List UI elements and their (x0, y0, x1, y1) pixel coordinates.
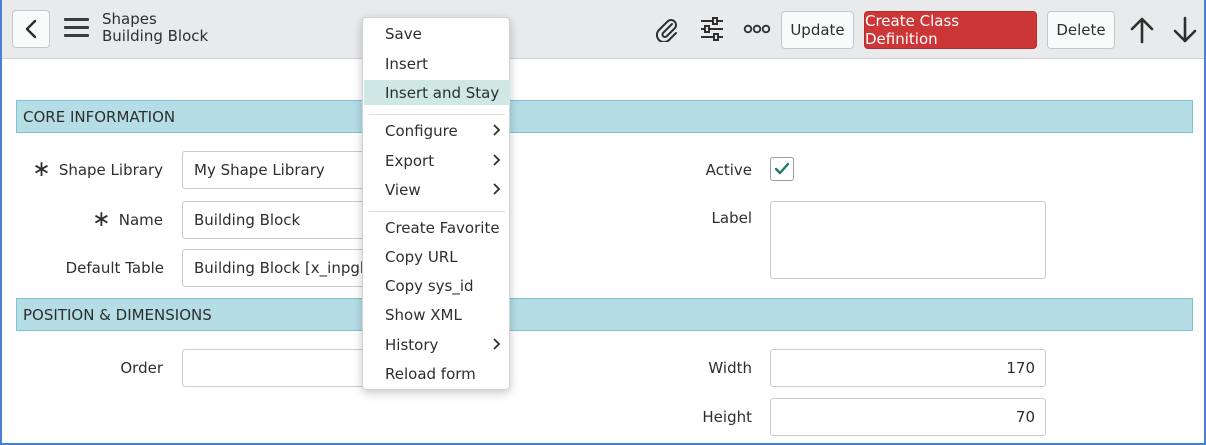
menu-item-reload-form[interactable]: Reload form (364, 361, 510, 386)
menu-divider (369, 211, 505, 212)
shape-library-label-text: Shape Library (58, 161, 163, 179)
label-textarea[interactable] (770, 201, 1046, 279)
active-checkbox[interactable] (770, 157, 794, 181)
height-field[interactable]: 70 (770, 398, 1046, 436)
previous-record-button[interactable] (1127, 13, 1157, 47)
paperclip-icon (655, 19, 677, 42)
section-core-information[interactable]: CORE INFORMATION (16, 100, 1193, 133)
required-icon: ∗ (92, 207, 111, 232)
create-class-definition-button[interactable]: Create Class Definition (864, 11, 1037, 49)
required-icon: ∗ (32, 157, 51, 182)
chevron-left-icon (25, 19, 37, 39)
menu-item-save[interactable]: Save (364, 21, 510, 46)
personalize-form-button[interactable] (697, 14, 727, 44)
menu-item-export[interactable]: Export (364, 148, 510, 173)
menu-icon[interactable] (64, 18, 89, 38)
form-context-menu: Save Insert Insert and Stay Configure Ex… (362, 17, 510, 390)
menu-item-label: Export (385, 151, 435, 170)
menu-item-label: View (385, 180, 421, 199)
label-label: Label (711, 209, 752, 227)
shape-library-label: ∗ Shape Library (20, 151, 163, 189)
page-title: Shapes Building Block (102, 11, 208, 45)
next-record-button[interactable] (1170, 13, 1200, 47)
menu-item-show-xml[interactable]: Show XML (364, 302, 510, 327)
height-label: Height (702, 408, 752, 426)
name-label: ∗ Name (20, 201, 163, 239)
arrow-down-icon (1173, 16, 1197, 43)
section-position-dimensions[interactable]: POSITION & DIMENSIONS (16, 298, 1193, 331)
order-field[interactable] (182, 349, 382, 387)
width-label: Width (708, 359, 752, 377)
form-header: Shapes Building Block Update Create Clas… (0, 0, 1206, 59)
name-field[interactable]: Building Block (182, 201, 382, 239)
default-table-field[interactable]: Building Block [x_inpgh_u (182, 249, 382, 287)
order-label: Order (120, 359, 163, 377)
update-button[interactable]: Update (781, 11, 854, 49)
menu-item-configure[interactable]: Configure (364, 118, 510, 143)
menu-item-label: History (385, 335, 439, 354)
shape-library-field[interactable]: My Shape Library (182, 151, 382, 189)
menu-item-copy-sys-id[interactable]: Copy sys_id (364, 273, 510, 298)
menu-item-insert[interactable]: Insert (364, 51, 510, 76)
menu-item-copy-url[interactable]: Copy URL (364, 244, 510, 269)
arrow-up-icon (1130, 17, 1154, 44)
menu-divider (369, 114, 505, 115)
page-title-table: Shapes (102, 10, 157, 28)
page-title-record: Building Block (102, 27, 209, 45)
menu-item-view[interactable]: View (364, 177, 510, 202)
chevron-right-icon (493, 124, 501, 136)
chevron-right-icon (493, 183, 501, 195)
checkmark-icon (774, 162, 790, 175)
delete-button[interactable]: Delete (1047, 11, 1115, 49)
active-label: Active (705, 161, 752, 179)
more-options-button[interactable] (742, 14, 772, 44)
menu-item-insert-and-stay[interactable]: Insert and Stay (364, 80, 510, 105)
name-label-text: Name (118, 211, 163, 229)
menu-item-label: Configure (385, 121, 458, 140)
sliders-icon (701, 17, 723, 41)
chevron-right-icon (493, 338, 501, 350)
width-field[interactable]: 170 (770, 349, 1046, 387)
attachment-button[interactable] (651, 14, 681, 44)
more-icon (743, 24, 771, 34)
chevron-right-icon (493, 154, 501, 166)
back-button[interactable] (12, 10, 50, 48)
default-table-label: Default Table (65, 259, 164, 277)
menu-item-create-favorite[interactable]: Create Favorite (364, 215, 510, 240)
menu-item-history[interactable]: History (364, 332, 510, 357)
